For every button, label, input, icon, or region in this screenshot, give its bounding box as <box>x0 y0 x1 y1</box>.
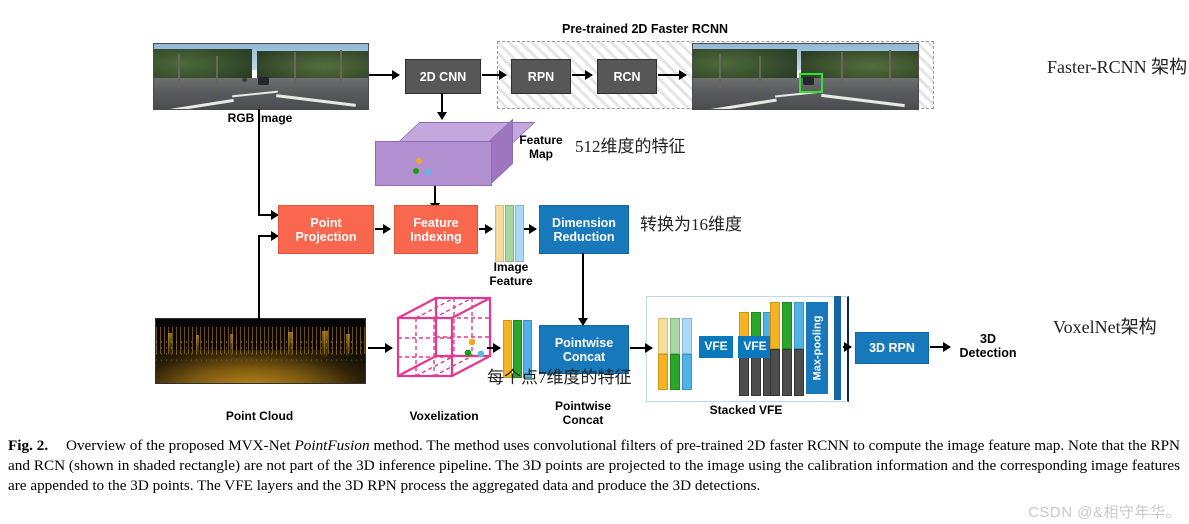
figure-diagram: Pre-trained 2D Faster RCNN RGB Image 2D … <box>0 0 1189 430</box>
line-pointcloud-top <box>258 300 260 320</box>
feature-point-orange <box>416 158 422 164</box>
line-rgb-down <box>258 109 260 215</box>
2d-cnn-box: 2D CNN <box>405 59 481 94</box>
arrow-to-point-projection-top <box>258 210 279 220</box>
vfe-bars-group-1 <box>658 318 692 390</box>
arrow-voxel-to-strips <box>487 343 501 353</box>
point-projection-box: Point Projection <box>278 205 374 254</box>
arrow-concat-to-vfe <box>630 343 653 353</box>
annotation-7-dim-per-point: 每个点7维度的特征 <box>487 368 632 387</box>
arrow-cnn-to-featuremap <box>437 93 447 120</box>
rcn-box: RCN <box>597 59 657 94</box>
feature-map-cube <box>375 118 536 186</box>
voxelization-label: Voxelization <box>409 409 479 423</box>
feature-map-label: Feature Map <box>519 133 563 161</box>
arrow-imagefeature-to-dimred <box>524 224 537 234</box>
detection-bounding-box <box>799 73 823 93</box>
arrow-rpn3d-to-detection <box>930 342 951 352</box>
caption-italic-term: PointFusion <box>294 437 370 454</box>
caption-number: Fig. 2. <box>8 437 49 454</box>
feature-indexing-box: Feature Indexing <box>394 205 478 254</box>
annotation-16-dim: 转换为16维度 <box>640 215 742 234</box>
arrow-indexing-to-imagefeature <box>479 224 493 234</box>
caption-text-a: Overview of the proposed MVX-Net <box>66 437 295 454</box>
image-feature-label: Image Feature <box>489 260 533 288</box>
vfe-box-2: VFE <box>738 336 772 358</box>
detection-result-photo <box>692 43 919 110</box>
arrow-cnn-to-rpn <box>482 70 507 80</box>
pointwise-concat-label: Pointwise Concat <box>554 399 611 427</box>
vfe-box-1: VFE <box>699 336 733 358</box>
arrow-to-point-projection-bottom <box>258 231 279 241</box>
vfe-bars-group-3 <box>770 302 804 396</box>
stacked-vfe-label: Stacked VFE <box>709 403 783 417</box>
3d-detection-label: 3D Detection <box>959 332 1017 361</box>
point-cloud-photo <box>155 318 366 384</box>
pretrained-rcnn-title: Pre-trained 2D Faster RCNN <box>561 22 728 36</box>
max-pooling-box: Max-pooling <box>806 302 828 394</box>
image-feature-strips <box>495 205 525 262</box>
arrow-rpn-to-rcn <box>572 70 593 80</box>
figure-caption: Fig. 2. Overview of the proposed MVX-Net… <box>8 436 1180 495</box>
annotation-faster-rcnn-arch: Faster-RCNN 架构 <box>1047 57 1188 77</box>
arrow-dimred-to-concat <box>578 253 588 326</box>
arrow-rgb-to-cnn <box>369 70 400 80</box>
arrow-projection-to-indexing <box>375 224 391 234</box>
rgb-image-photo <box>153 43 369 110</box>
3d-rpn-box: 3D RPN <box>855 332 929 364</box>
point-cloud-label: Point Cloud <box>225 409 294 423</box>
voxelization-grid <box>396 296 492 378</box>
dimension-reduction-box: Dimension Reduction <box>539 205 629 254</box>
annotation-voxelnet-arch: VoxelNet架构 <box>1053 317 1157 337</box>
max-pooling-label: Max-pooling <box>811 315 823 381</box>
rgb-image-label: RGB Image <box>227 111 293 125</box>
rpn-box: RPN <box>511 59 571 94</box>
arrow-rcn-to-detection <box>658 70 687 80</box>
max-pooling-output-bar <box>834 296 841 400</box>
arrow-pointcloud-to-voxel <box>368 343 393 353</box>
arrow-vfe-to-rpn3d <box>843 342 852 352</box>
csdn-watermark: CSDN @&相守年华。 <box>1028 504 1181 521</box>
annotation-512-dim: 512维度的特征 <box>575 137 686 156</box>
feature-point-green <box>413 168 419 174</box>
feature-point-blue <box>425 169 431 175</box>
